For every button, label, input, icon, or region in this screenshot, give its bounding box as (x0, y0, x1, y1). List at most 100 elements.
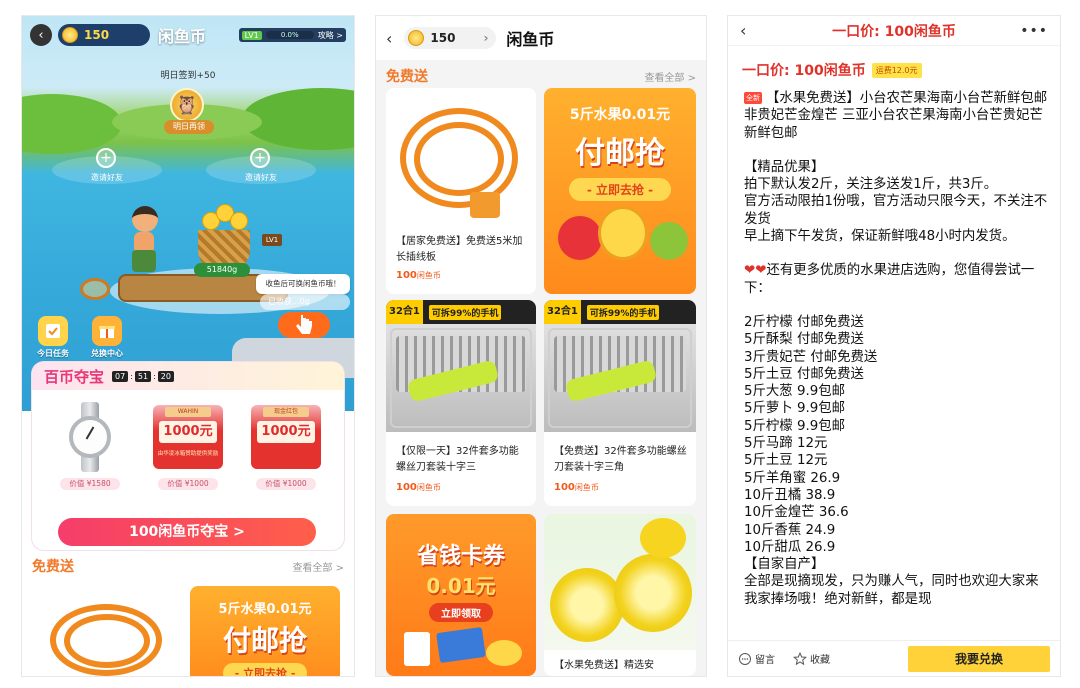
description-line: 5斤大葱 9.9包邮 (744, 384, 846, 400)
red-packet-icon: 现金红包 1000元 (251, 405, 321, 469)
exchange-center-button[interactable]: 兑换中心 (90, 316, 124, 359)
prize-watch[interactable]: 价值 ¥1580 (46, 400, 134, 490)
basket-weight: 51840g (194, 263, 250, 277)
product-name: 【仅限一天】32件套多功能螺丝刀套装十字三 (396, 446, 519, 473)
promo-fruit-card[interactable]: 5斤水果0.01元 付邮抢 - 立即去抢 - (544, 88, 696, 294)
description-line: 【自家自产】 (744, 557, 825, 573)
description-line: 5斤土豆 12元 (744, 453, 828, 469)
new-tag: 全新 (744, 92, 762, 104)
back-icon[interactable]: ‹ (386, 29, 392, 48)
strawberry-icon (558, 216, 602, 260)
chevron-right-icon: › (483, 31, 489, 45)
screwdriver-kit-image: 32合1 可拆99%的手机 (386, 300, 536, 432)
screwdriver-kit-image: 32合1 可拆99%的手机 (544, 300, 696, 432)
coin-balance[interactable]: 150 › (404, 27, 497, 49)
mascot-icon (598, 206, 648, 260)
section-title: 免费送 (386, 69, 428, 85)
invite-friend-left[interactable]: + 邀请好友 (52, 148, 162, 184)
cup-icon (404, 632, 430, 666)
fishing-game-scene: ‹ 150 闲鱼币 LV1 0.0% 攻略 > 明日签到+50 🦉 明日再领 +… (22, 16, 354, 411)
description-line: 早上摘下午发货，保证新鲜哦48小时内发货。 (744, 229, 1016, 245)
description-line: 全部是现摘现发，只为赚人气，同时也欢迎大家来我家捧场哦！绝对新鲜，都是现 (744, 574, 1039, 607)
page-title: 闲鱼币 (158, 27, 207, 46)
product-price: 100闲鱼币 (554, 482, 599, 493)
game-panel: ‹ 150 闲鱼币 LV1 0.0% 攻略 > 明日签到+50 🦉 明日再领 +… (22, 16, 354, 676)
collect-hand-button[interactable] (278, 312, 330, 338)
description-line: 10斤金煌芒 36.6 (744, 505, 849, 521)
daily-task-button[interactable]: 今日任务 (36, 316, 70, 359)
back-button[interactable]: ‹ (30, 24, 52, 46)
product-card[interactable]: 32合1 可拆99%的手机 【免费送】32件套多功能螺丝刀套装十字三角 100闲鱼… (544, 300, 696, 506)
level-badge: LV1 (241, 30, 262, 40)
promo-voucher-card[interactable]: 省钱卡券 0.01元 立即领取 (386, 514, 536, 676)
hand-pointer-icon (296, 315, 312, 334)
comment-button[interactable]: 留言 (738, 651, 775, 666)
description-line: 官方活动限拍1份哦，官方活动只限今天，不关注不发货 (744, 194, 1048, 227)
favorite-button[interactable]: 收藏 (793, 651, 830, 666)
gift-icon (92, 316, 122, 346)
promo-fruit-card[interactable]: 5斤水果0.01元 付邮抢 - 立即去抢 - (190, 586, 340, 676)
collect-tooltip: 收鱼后可换闲鱼币哦！ (256, 274, 350, 294)
plus-icon: + (250, 148, 270, 168)
level-sign: LV1 (262, 234, 282, 246)
treasure-card: 百币夺宝 07 : 51 : 20 价值 ¥1580 WAHIN 1000元 由… (32, 362, 344, 550)
product-card[interactable]: 【居家免费送】免费送5米加长插线板 100闲鱼币 (386, 88, 536, 294)
product-name: 【居家免费送】免费送5米加长插线板 (396, 236, 523, 263)
view-all-link[interactable]: 查看全部 > (644, 69, 696, 84)
invite-friend-right[interactable]: + 邀请好友 (206, 148, 316, 184)
timer-hours: 07 (112, 370, 129, 382)
lemon-image (544, 514, 696, 650)
product-card-cable[interactable] (32, 586, 182, 676)
free-section-header: 免费送 查看全部 > (376, 66, 706, 86)
top-bar: ‹ 150 › 闲鱼币 (376, 16, 706, 60)
bottom-action-bar: 留言 收藏 我要兑换 (728, 640, 1060, 676)
coin-icon (408, 30, 425, 46)
owl-mascot-icon[interactable]: 🦉 (170, 88, 204, 122)
product-card[interactable]: 32合1 可拆99%的手机 【仅限一天】32件套多功能螺丝刀套装十字三 100闲鱼… (386, 300, 536, 506)
strategy-link[interactable]: 攻略 > (318, 30, 343, 41)
tomorrow-checkin-text: 明日签到+50 (160, 71, 216, 81)
prize-redpack-2[interactable]: 现金红包 1000元 价值 ¥1000 (242, 400, 330, 490)
prize-redpack-1[interactable]: WAHIN 1000元 由华凌冰箱赞助提供奖励 价值 ¥1000 (144, 400, 232, 490)
coin-balance[interactable]: 150 (58, 24, 150, 46)
product-name: 【免费送】32件套多功能螺丝刀套装十字三角 (554, 446, 687, 473)
free-section-header: 免费送 查看全部 > (22, 556, 354, 576)
comment-icon (739, 652, 751, 665)
plus-icon: + (96, 148, 116, 168)
description-line: 5斤柠檬 9.9包邮 (744, 418, 846, 434)
mascot-icon (486, 640, 522, 666)
treasure-title: 百币夺宝 (44, 367, 105, 386)
prize-price: 价值 ¥1000 (158, 478, 218, 490)
description-line: 10斤香蕉 24.9 (744, 522, 836, 538)
description-line: 5斤萝卜 9.9包邮 (744, 401, 846, 417)
section-title: 免费送 (32, 559, 74, 575)
exchange-button[interactable]: 我要兑换 (908, 645, 1050, 672)
description-line: 拍下默认发2斤，关注多送发1斤，共3斤。 (744, 177, 998, 193)
top-bar: ‹ 一口价: 100闲鱼币 ••• (728, 16, 1060, 46)
price-row: 一口价: 100闲鱼币 运费12.0元 (742, 60, 922, 80)
fisher-boy-character[interactable] (126, 206, 162, 276)
page-title: 闲鱼币 (506, 30, 555, 49)
description-line: 【精品优果】 (744, 159, 825, 175)
description-line: 5斤马蹄 12元 (744, 436, 828, 452)
checklist-icon (38, 316, 68, 346)
game-top-bar: ‹ 150 闲鱼币 LV1 0.0% 攻略 > (30, 24, 346, 46)
description-line: 3斤贵妃芒 付邮免费送 (744, 349, 878, 365)
page-title: 一口价: 100闲鱼币 (832, 23, 956, 40)
item-description: 全新 【水果免费送】小台农芒果海南小台芒新鲜包邮非贵妃芒金煌芒 三亚小台农芒果海南… (744, 90, 1048, 640)
coin-icon (62, 27, 78, 43)
fishing-net-icon (80, 278, 110, 300)
product-name: 【水果免费送】精选安 (554, 660, 654, 671)
description-line: 5斤土豆 付邮免费送 (744, 366, 864, 382)
level-bar[interactable]: LV1 0.0% 攻略 > (238, 28, 346, 42)
kiwi-icon (650, 222, 688, 260)
harvest-pill: 已收获...0g (260, 294, 350, 310)
view-all-link[interactable]: 查看全部 > (292, 559, 344, 574)
card-icon (436, 626, 486, 664)
tomorrow-claim-button[interactable]: 明日再领 (164, 120, 214, 134)
description-line: 【水果免费送】小台农芒果海南小台芒新鲜包邮非贵妃芒金煌芒 三亚小台农芒果海南小台… (744, 91, 1048, 141)
product-card[interactable]: 【水果免费送】精选安 (544, 514, 696, 676)
description-line: 5斤羊角蜜 26.9 (744, 470, 841, 486)
plug-icon (470, 192, 500, 218)
treasure-button[interactable]: 100闲鱼币夺宝 > (58, 518, 316, 546)
